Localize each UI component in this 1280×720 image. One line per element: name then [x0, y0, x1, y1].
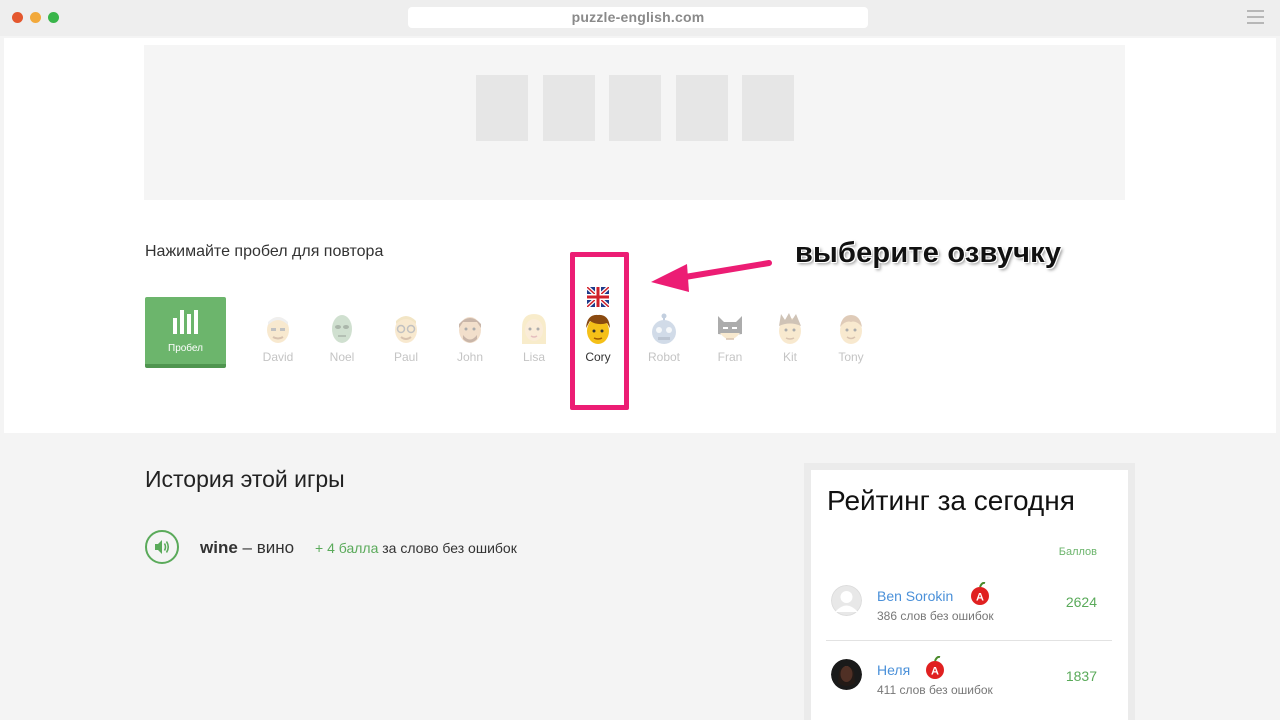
word-translation: – вино — [242, 538, 295, 557]
voice-name: Kit — [782, 350, 797, 364]
apple-badge-icon: A — [926, 656, 944, 679]
voice-fran[interactable]: Fran — [700, 312, 760, 364]
voice-noel[interactable]: Noel — [312, 312, 372, 364]
kit-avatar-icon — [779, 313, 801, 344]
maximize-window-button[interactable] — [48, 12, 59, 23]
points-note: за слово без ошибок — [382, 540, 517, 556]
tony-avatar-icon — [840, 315, 862, 344]
voice-name: Robot — [647, 350, 681, 364]
letter-slot[interactable] — [543, 75, 595, 141]
apple-badge-icon: A — [971, 582, 989, 605]
rating-title: Рейтинг за сегодня — [827, 485, 1075, 516]
voice-paul[interactable]: Paul — [376, 312, 436, 364]
word-points: + 4 балла за слово без ошибок — [315, 540, 517, 556]
annotation-text: выберите озвучку — [795, 237, 1062, 269]
voice-robot[interactable]: Robot — [634, 312, 694, 364]
speaker-icon — [155, 540, 170, 554]
user-name-link[interactable]: Неля — [877, 662, 910, 678]
voice-name: John — [456, 350, 484, 364]
voice-david[interactable]: David — [248, 312, 308, 364]
points-earned: + 4 балла — [315, 540, 379, 556]
voice-tony[interactable]: Tony — [821, 312, 881, 364]
user-score: 1837 — [1065, 668, 1097, 684]
default-user-icon — [831, 585, 862, 616]
rating-row: Неля A 411 слов без ошибок 1837 — [826, 642, 1112, 715]
john-avatar-icon — [459, 317, 481, 343]
robot-avatar-icon — [652, 313, 676, 344]
user-stats: 411 слов без ошибок — [877, 683, 993, 697]
address-bar[interactable]: puzzle-english.com — [408, 7, 868, 28]
rating-row: Ben Sorokin A 386 слов без ошибок 2624 — [826, 568, 1112, 641]
user-stats: 386 слов без ошибок — [877, 609, 994, 623]
voice-john[interactable]: John — [440, 312, 500, 364]
space-button-label: Пробел — [168, 343, 203, 354]
voice-name: Lisa — [522, 350, 545, 364]
word-english: wine — [200, 538, 238, 557]
close-window-button[interactable] — [12, 12, 23, 23]
paul-avatar-icon — [395, 316, 417, 343]
voice-kit[interactable]: Kit — [760, 312, 820, 364]
letter-slot[interactable] — [609, 75, 661, 141]
selected-voice-highlight — [570, 252, 629, 410]
letter-slot[interactable] — [476, 75, 528, 141]
word-puzzle-area — [144, 45, 1125, 200]
fran-batman-avatar-icon — [718, 316, 742, 340]
avatar[interactable] — [831, 585, 862, 616]
history-word: wine – вино — [200, 538, 294, 558]
history-title: История этой игры — [145, 466, 345, 492]
play-word-button[interactable] — [145, 530, 179, 564]
user-name-link[interactable]: Ben Sorokin — [877, 588, 953, 604]
lisa-avatar-icon — [522, 314, 546, 344]
voice-name: David — [262, 350, 294, 364]
minimize-window-button[interactable] — [30, 12, 41, 23]
points-column-header: Баллов — [1058, 546, 1097, 558]
voice-name: Noel — [329, 350, 355, 364]
letter-slot[interactable] — [676, 75, 728, 141]
annotation-arrow-icon — [651, 260, 772, 292]
space-replay-button[interactable]: Пробел — [145, 297, 226, 368]
user-score: 2624 — [1065, 594, 1097, 610]
noel-alien-avatar-icon — [332, 315, 352, 343]
voice-lisa[interactable]: Lisa — [504, 312, 564, 364]
svg-text:A: A — [931, 666, 939, 678]
letter-slot[interactable] — [742, 75, 794, 141]
voice-name: Fran — [717, 350, 743, 364]
voice-name: Tony — [838, 350, 864, 364]
rating-panel: Рейтинг за сегодня Баллов Ben Sorokin A … — [811, 470, 1128, 720]
user-photo-icon — [831, 659, 862, 690]
svg-text:A: A — [976, 592, 984, 604]
sound-bars-icon — [145, 308, 226, 334]
avatar[interactable] — [831, 659, 862, 690]
hamburger-menu-icon[interactable] — [1247, 10, 1264, 24]
replay-hint: Нажимайте пробел для повтора — [145, 243, 384, 260]
browser-toolbar: puzzle-english.com — [0, 0, 1280, 36]
voice-name: Paul — [393, 350, 419, 364]
david-avatar-icon — [267, 317, 289, 343]
